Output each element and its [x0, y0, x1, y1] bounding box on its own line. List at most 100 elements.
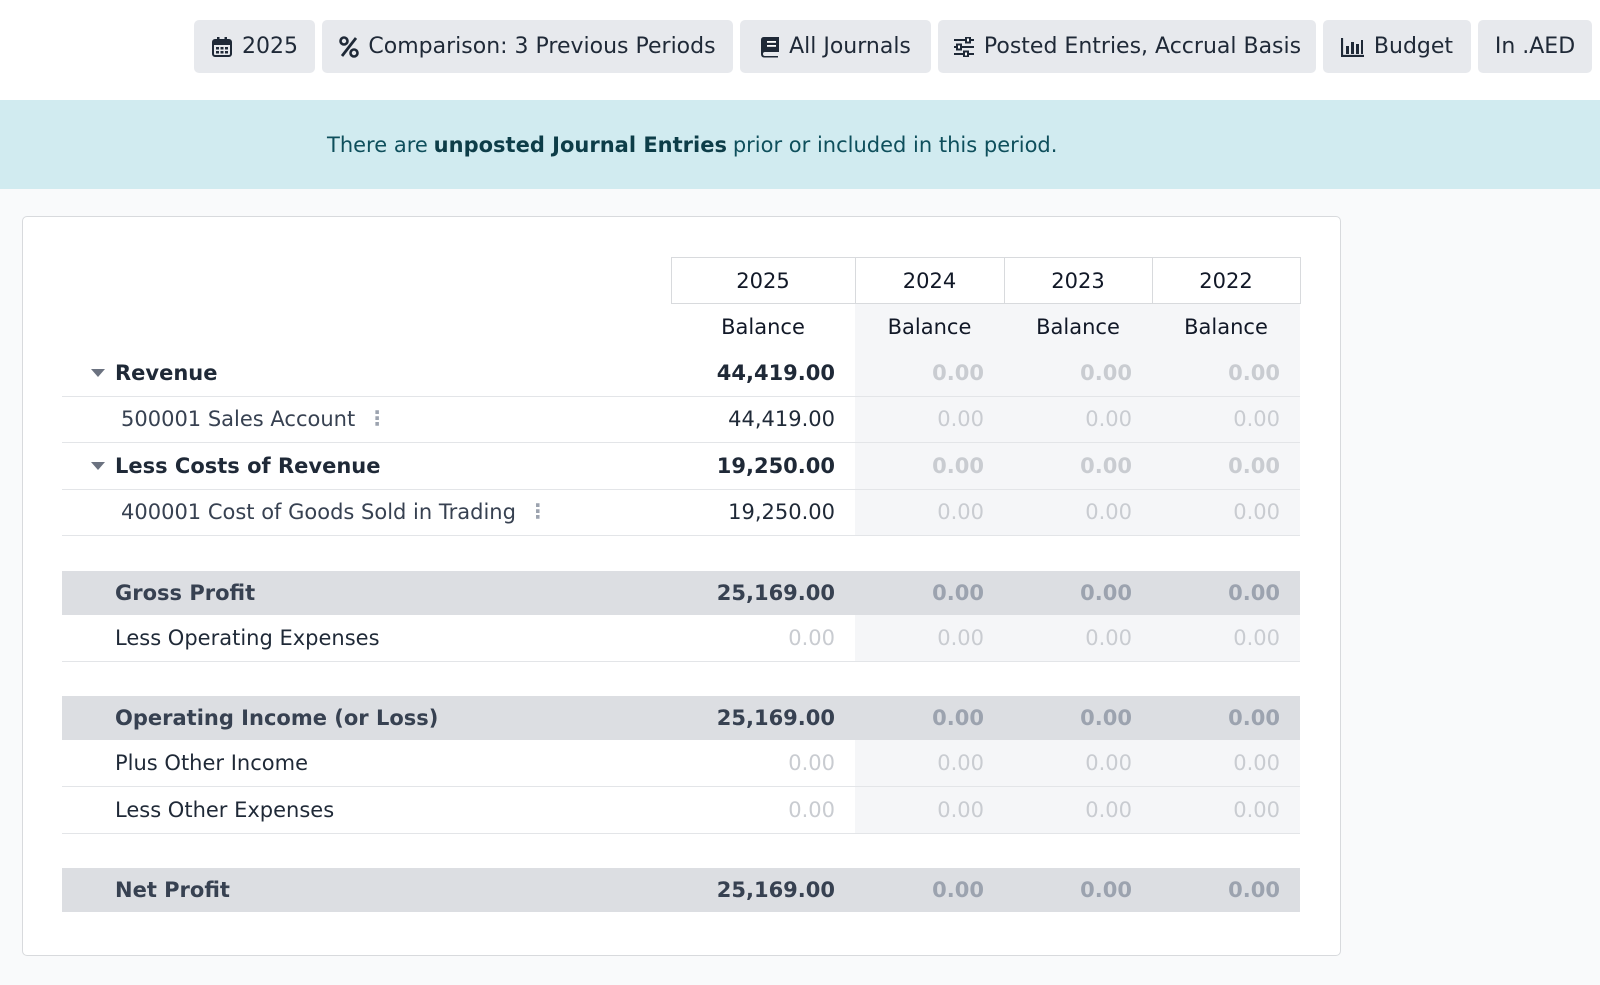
value-2025: 19,250.00 — [671, 442, 855, 490]
row-sales-account[interactable]: 500001 Sales Account ⋮ 44,419.00 0.00 0.0… — [62, 396, 1300, 443]
comparison-filter-button[interactable]: Comparison: 3 Previous Periods — [322, 20, 733, 73]
comparison-filter-label: Comparison: 3 Previous Periods — [368, 34, 716, 59]
row-label: Gross Profit — [62, 570, 671, 615]
column-header-2023: 2023 — [1003, 257, 1153, 304]
value-2023: 0.00 — [1004, 570, 1152, 615]
row-operating-expenses: Less Operating Expenses 0.00 0.00 0.00 0… — [62, 614, 1300, 662]
percent-icon — [339, 35, 360, 58]
header-blank — [62, 258, 671, 304]
alert-prefix: There are — [327, 132, 428, 157]
value-2023: 0.00 — [1004, 614, 1152, 662]
value-2022: 0.00 — [1152, 696, 1300, 740]
value-2022: 0.00 — [1152, 740, 1300, 787]
kebab-menu-icon[interactable]: ⋮ — [528, 501, 548, 521]
journals-filter-label: All Journals — [789, 34, 911, 59]
value-2024: 0.00 — [855, 868, 1004, 912]
row-label: Operating Income (or Loss) — [62, 696, 671, 740]
row-label: Revenue — [115, 360, 218, 385]
value-2025: 25,169.00 — [671, 570, 855, 615]
value-2025: 0.00 — [671, 786, 855, 834]
column-header-2024: 2024 — [854, 257, 1005, 304]
row-label: Less Other Expenses — [62, 786, 671, 834]
currency-button[interactable]: In .AED — [1478, 20, 1592, 73]
row-other-expenses: Less Other Expenses 0.00 0.00 0.00 0.00 — [62, 786, 1300, 834]
collapse-caret-icon[interactable] — [91, 368, 105, 377]
row-gross-profit: Gross Profit 25,169.00 0.00 0.00 0.00 — [62, 570, 1300, 615]
value-2022: 0.00 — [1152, 868, 1300, 912]
subheader-balance-2022: Balance — [1152, 303, 1300, 350]
value-2025: 0.00 — [671, 740, 855, 787]
report-toolbar: 2025 Comparison: 3 Previous Periods All … — [0, 0, 1600, 100]
value-2023: 0.00 — [1004, 489, 1152, 536]
row-other-income: Plus Other Income 0.00 0.00 0.00 0.00 — [62, 740, 1300, 787]
subheader-balance-2024: Balance — [855, 303, 1004, 350]
row-label: Less Operating Expenses — [62, 614, 671, 662]
value-2024: 0.00 — [855, 696, 1004, 740]
report-table: 2025 2024 2023 2022 Balance Balance Bala… — [62, 257, 1301, 912]
value-2025: 25,169.00 — [671, 868, 855, 912]
unposted-entries-alert: There are unposted Journal Entries prior… — [0, 100, 1600, 189]
period-filter-label: 2025 — [242, 34, 298, 59]
column-header-2022: 2022 — [1151, 257, 1301, 304]
value-2023: 0.00 — [1004, 696, 1152, 740]
row-spacer — [62, 536, 1300, 571]
budget-label: Budget — [1373, 34, 1454, 59]
value-2024: 0.00 — [855, 786, 1004, 834]
value-2024: 0.00 — [855, 442, 1004, 490]
value-2023: 0.00 — [1004, 786, 1152, 834]
value-2023: 0.00 — [1004, 868, 1152, 912]
value-2024: 0.00 — [855, 396, 1004, 443]
value-2023: 0.00 — [1004, 396, 1152, 443]
row-net-profit: Net Profit 25,169.00 0.00 0.00 0.00 — [62, 868, 1300, 912]
value-2022: 0.00 — [1152, 442, 1300, 490]
value-2022: 0.00 — [1152, 396, 1300, 443]
value-2025: 44,419.00 — [671, 349, 855, 397]
subheader-balance-2025: Balance — [721, 314, 805, 339]
row-label: Net Profit — [62, 868, 671, 912]
unposted-entries-link[interactable]: unposted Journal Entries — [434, 133, 727, 157]
value-2022: 0.00 — [1152, 614, 1300, 662]
value-2023: 0.00 — [1004, 349, 1152, 397]
subheader-balance-2023: Balance — [1004, 303, 1152, 350]
value-2022: 0.00 — [1152, 570, 1300, 615]
options-filter-button[interactable]: Posted Entries, Accrual Basis — [938, 20, 1316, 73]
value-2023: 0.00 — [1004, 442, 1152, 490]
row-cost-of-goods-sold[interactable]: 400001 Cost of Goods Sold in Trading ⋮ 19… — [62, 489, 1300, 536]
value-2024: 0.00 — [855, 740, 1004, 787]
row-label: Plus Other Income — [62, 740, 671, 787]
value-2024: 0.00 — [855, 614, 1004, 662]
kebab-menu-icon[interactable]: ⋮ — [367, 408, 387, 428]
row-label: 500001 Sales Account — [121, 407, 356, 432]
value-2024: 0.00 — [855, 489, 1004, 536]
journals-filter-button[interactable]: All Journals — [740, 20, 931, 73]
column-header-2025: 2025 — [670, 257, 856, 304]
subheader-blank — [62, 304, 671, 350]
row-spacer — [62, 833, 1300, 868]
value-2025: 25,169.00 — [671, 696, 855, 740]
row-revenue[interactable]: Revenue 44,419.00 0.00 0.00 0.00 — [62, 349, 1300, 397]
value-2024: 0.00 — [855, 349, 1004, 397]
value-2025: 19,250.00 — [671, 489, 855, 536]
period-filter-button[interactable]: 2025 — [194, 20, 315, 73]
value-2022: 0.00 — [1152, 489, 1300, 536]
currency-label: In .AED — [1494, 34, 1576, 59]
alert-suffix: prior or included in this period. — [732, 132, 1058, 157]
row-label: Less Costs of Revenue — [115, 453, 381, 478]
profit-loss-report: 2025 2024 2023 2022 Balance Balance Bala… — [22, 216, 1341, 956]
sliders-icon — [953, 36, 975, 57]
value-2023: 0.00 — [1004, 740, 1152, 787]
row-costs-of-revenue[interactable]: Less Costs of Revenue 19,250.00 0.00 0.0… — [62, 442, 1300, 490]
options-filter-label: Posted Entries, Accrual Basis — [983, 34, 1302, 59]
value-2025: 44,419.00 — [671, 396, 855, 443]
value-2025: 0.00 — [671, 614, 855, 662]
row-spacer — [62, 661, 1300, 696]
value-2022: 0.00 — [1152, 349, 1300, 397]
value-2022: 0.00 — [1152, 786, 1300, 834]
row-operating-income: Operating Income (or Loss) 25,169.00 0.0… — [62, 696, 1300, 740]
budget-button[interactable]: Budget — [1323, 20, 1471, 73]
collapse-caret-icon[interactable] — [91, 461, 105, 470]
bar-chart-icon — [1340, 37, 1365, 57]
calendar-icon — [211, 36, 233, 58]
book-icon — [760, 36, 780, 58]
row-label: 400001 Cost of Goods Sold in Trading — [121, 500, 516, 525]
